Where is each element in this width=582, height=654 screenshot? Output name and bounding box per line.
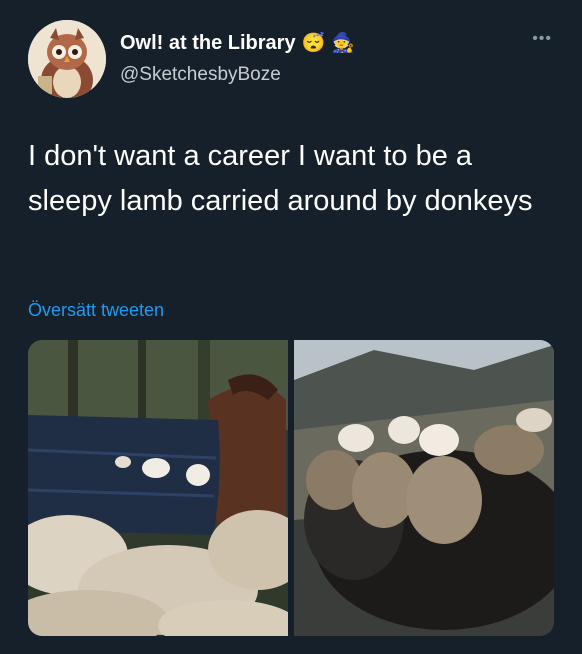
sleeping-face-icon: 😴 (301, 33, 326, 54)
more-dots-icon[interactable]: ••• (532, 30, 552, 48)
author-handle[interactable]: @SketchesbyBoze (120, 64, 281, 86)
author-name-row: Owl! at the Library 😴 🧙 (120, 32, 355, 55)
lambs-on-donkey-image (294, 340, 554, 636)
tweet-card[interactable]: Owl! at the Library 😴 🧙 @SketchesbyBoze … (0, 0, 582, 654)
author-avatar[interactable] (28, 20, 106, 98)
translate-tweet-link[interactable]: Översätt tweeten (28, 300, 164, 321)
tweet-media[interactable] (28, 340, 554, 636)
owl-avatar-icon (28, 20, 106, 98)
photo-lambs-in-donkey-bags[interactable] (28, 340, 288, 636)
tweet-text: I don't want a career I want to be a sle… (28, 140, 533, 217)
photo-lambs-on-donkey-back[interactable] (294, 340, 554, 636)
wizard-icon: 🧙 (331, 33, 355, 54)
lambs-in-bag-image (28, 340, 288, 636)
author-display-name[interactable]: Owl! at the Library (120, 32, 296, 55)
